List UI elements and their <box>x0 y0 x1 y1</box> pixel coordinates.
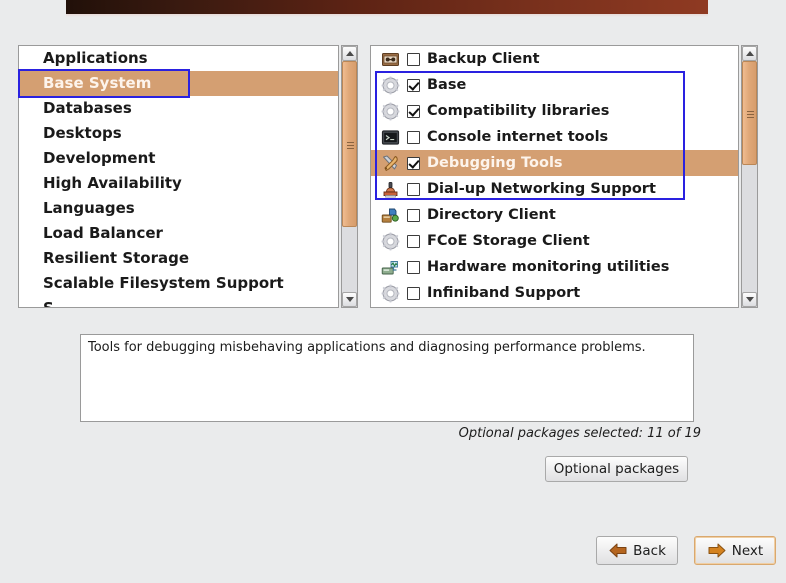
package-item[interactable]: Console internet tools <box>371 124 738 150</box>
package-item-label: Backup Client <box>427 51 540 67</box>
package-checkbox[interactable] <box>407 52 420 66</box>
terminal-icon <box>381 128 400 147</box>
scrollbar-grip <box>747 117 754 118</box>
category-item[interactable]: Applications <box>19 46 338 71</box>
package-item-label: Debugging Tools <box>427 155 563 171</box>
installer-banner <box>66 0 708 14</box>
scroll-down-arrow-icon[interactable] <box>342 292 357 307</box>
category-item[interactable]: Resilient Storage <box>19 246 338 271</box>
package-item[interactable]: Debugging Tools <box>371 150 738 176</box>
next-arrow-icon <box>708 543 726 558</box>
scrollbar-grip <box>747 114 754 115</box>
tools-icon <box>381 154 400 173</box>
gear-icon <box>381 284 400 303</box>
package-item-label: Directory Client <box>427 207 556 223</box>
gear-icon <box>381 76 400 95</box>
scrollbar-track[interactable] <box>742 61 757 292</box>
category-item[interactable]: Databases <box>19 96 338 121</box>
back-button[interactable]: Back <box>596 536 678 565</box>
next-button-label: Next <box>731 542 764 559</box>
package-item[interactable]: Infiniband Support <box>371 280 738 306</box>
package-checkbox[interactable] <box>407 286 420 300</box>
optional-packages-button-label: Optional packages <box>553 461 680 477</box>
category-item[interactable]: Desktops <box>19 121 338 146</box>
package-item-label: Infiniband Support <box>427 285 581 301</box>
banner-shadow <box>66 14 708 17</box>
scrollbar-thumb[interactable] <box>342 61 357 227</box>
telephone-icon <box>381 180 400 199</box>
package-checkbox[interactable] <box>407 104 420 118</box>
optional-packages-button[interactable]: Optional packages <box>545 456 688 482</box>
package-list-panel[interactable]: Backup Client Base Compatibility libraries… <box>370 45 739 308</box>
category-item[interactable]: Languages <box>19 196 338 221</box>
category-list-panel[interactable]: Applications Base System Databases Desktops… <box>18 45 339 308</box>
package-item-label: Hardware monitoring utilities <box>427 259 670 275</box>
package-item[interactable]: Directory Client <box>371 202 738 228</box>
package-checkbox[interactable] <box>407 156 420 170</box>
package-description-box: Tools for debugging misbehaving applicat… <box>80 334 694 422</box>
package-checkbox[interactable] <box>407 130 420 144</box>
package-checkbox[interactable] <box>407 208 420 222</box>
package-checkbox[interactable] <box>407 182 420 196</box>
optional-packages-count: Optional packages selected: 11 of 19 <box>458 426 701 441</box>
scrollbar-thumb[interactable] <box>742 61 757 165</box>
category-item[interactable]: Scalable Filesystem Support <box>19 271 338 296</box>
next-button[interactable]: Next <box>694 536 776 565</box>
package-item-label: Console internet tools <box>427 129 609 145</box>
scroll-up-arrow-icon[interactable] <box>342 46 357 61</box>
category-item[interactable]: Base System <box>19 71 338 96</box>
package-item-label: FCoE Storage Client <box>427 233 590 249</box>
scroll-up-arrow-icon[interactable] <box>742 46 757 61</box>
package-item-label: Base <box>427 77 467 93</box>
package-selection-panels: Applications Base System Databases Desktops… <box>0 45 786 310</box>
package-item[interactable]: Dial-up Networking Support <box>371 176 738 202</box>
scrollbar-track[interactable] <box>342 61 357 292</box>
back-button-label: Back <box>633 542 666 559</box>
category-item[interactable]: Development <box>19 146 338 171</box>
package-checkbox[interactable] <box>407 260 420 274</box>
package-item-label: Dial-up Networking Support <box>427 181 656 197</box>
package-item[interactable]: Base <box>371 72 738 98</box>
package-checkbox[interactable] <box>407 234 420 248</box>
gear-icon <box>381 232 400 251</box>
category-item[interactable]: S <box>19 296 338 307</box>
package-item-label: Compatibility libraries <box>427 103 610 119</box>
gear-icon <box>381 102 400 121</box>
scrollbar-grip <box>347 145 354 146</box>
package-item[interactable]: Backup Client <box>371 46 738 72</box>
category-item[interactable]: Load Balancer <box>19 221 338 246</box>
package-checkbox[interactable] <box>407 78 420 92</box>
scrollbar-grip <box>347 148 354 149</box>
scroll-down-arrow-icon[interactable] <box>742 292 757 307</box>
package-item[interactable]: Hardware monitoring utilities <box>371 254 738 280</box>
scrollbar-grip <box>747 111 754 112</box>
hardware-monitor-icon <box>381 258 400 277</box>
package-list-scrollbar[interactable] <box>741 45 758 308</box>
directory-icon <box>381 206 400 225</box>
category-item[interactable]: High Availability <box>19 171 338 196</box>
backup-drive-icon <box>381 50 400 69</box>
scrollbar-grip <box>347 142 354 143</box>
package-description-text: Tools for debugging misbehaving applicat… <box>88 340 646 355</box>
package-item[interactable]: FCoE Storage Client <box>371 228 738 254</box>
category-list-scrollbar[interactable] <box>341 45 358 308</box>
package-item[interactable]: Compatibility libraries <box>371 98 738 124</box>
back-arrow-icon <box>609 543 627 558</box>
